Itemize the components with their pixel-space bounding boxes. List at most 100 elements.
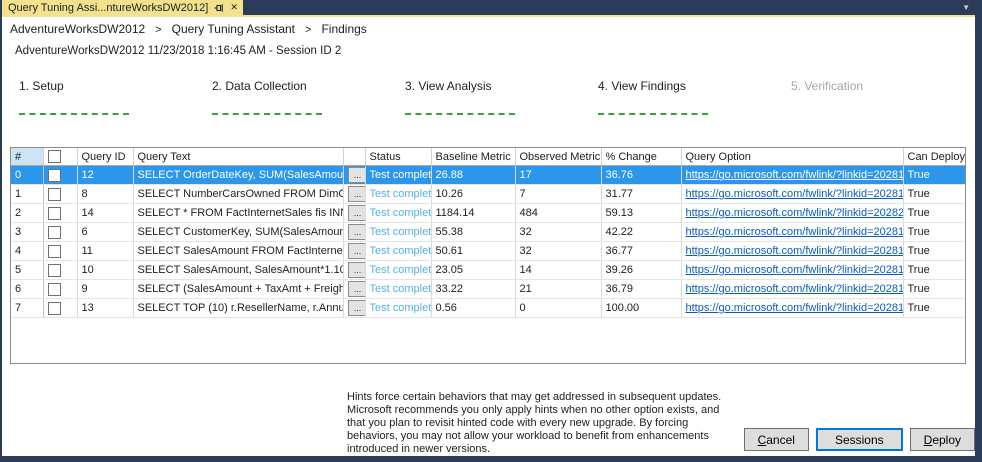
cell-baseline-metric[interactable]: 23.05 (431, 261, 515, 280)
table-row[interactable]: 214SELECT * FROM FactInternetSales fis I… (11, 204, 966, 223)
breadcrumb-item-database[interactable]: AdventureWorksDW2012 (10, 22, 145, 36)
cell-row-number[interactable]: 0 (11, 166, 43, 185)
cell-baseline-metric[interactable]: 1184.14 (431, 204, 515, 223)
cell-checkbox[interactable] (43, 299, 77, 318)
table-row[interactable]: 36SELECT CustomerKey, SUM(SalesAmount) A… (11, 223, 966, 242)
row-checkbox[interactable] (48, 283, 61, 296)
cell-query-text[interactable]: SELECT (SalesAmount + TaxAmt + Freight) … (133, 280, 343, 299)
cell-expand[interactable]: ... (343, 204, 365, 223)
cell-status[interactable]: Test complete (365, 223, 431, 242)
cell-status[interactable]: Test complete (365, 204, 431, 223)
cell-query-text[interactable]: SELECT CustomerKey, SUM(SalesAmount) AS … (133, 223, 343, 242)
cell-checkbox[interactable] (43, 166, 77, 185)
column-header-baseline[interactable]: Baseline Metric (431, 148, 515, 166)
cell-query-option[interactable]: https://go.microsoft.com/fwlink/?linkid=… (681, 261, 903, 280)
cell-observed-metric[interactable]: 17 (515, 166, 601, 185)
cell-observed-metric[interactable]: 14 (515, 261, 601, 280)
table-row[interactable]: 510SELECT SalesAmount, SalesAmount*1.10 … (11, 261, 966, 280)
query-text-expand-button[interactable]: ... (348, 300, 366, 316)
query-option-link[interactable]: https://go.microsoft.com/fwlink/?linkid=… (686, 264, 904, 276)
cell-baseline-metric[interactable]: 10.26 (431, 185, 515, 204)
cell-checkbox[interactable] (43, 223, 77, 242)
cell-can-deploy[interactable]: True (903, 242, 966, 261)
column-header-qtext[interactable]: Query Text (133, 148, 343, 166)
table-row[interactable]: 411SELECT SalesAmount FROM FactInternetS… (11, 242, 966, 261)
cell-query-text[interactable]: SELECT SalesAmount FROM FactInternetSale… (133, 242, 343, 261)
cell-can-deploy[interactable]: True (903, 223, 966, 242)
select-all-checkbox[interactable] (48, 150, 61, 163)
cell-pct-change[interactable]: 42.22 (601, 223, 681, 242)
cell-query-option[interactable]: https://go.microsoft.com/fwlink/?linkid=… (681, 242, 903, 261)
column-header-pct[interactable]: % Change (601, 148, 681, 166)
cell-pct-change[interactable]: 31.77 (601, 185, 681, 204)
cell-query-id[interactable]: 12 (77, 166, 133, 185)
cell-baseline-metric[interactable]: 26.88 (431, 166, 515, 185)
cell-observed-metric[interactable]: 7 (515, 185, 601, 204)
query-text-expand-button[interactable]: ... (348, 224, 366, 240)
query-option-link[interactable]: https://go.microsoft.com/fwlink/?linkid=… (686, 302, 904, 314)
cell-pct-change[interactable]: 36.77 (601, 242, 681, 261)
cell-pct-change[interactable]: 36.79 (601, 280, 681, 299)
cell-pct-change[interactable]: 39.26 (601, 261, 681, 280)
cell-query-text[interactable]: SELECT NumberCarsOwned FROM DimCustom... (133, 185, 343, 204)
query-text-expand-button[interactable]: ... (348, 262, 366, 278)
cell-row-number[interactable]: 7 (11, 299, 43, 318)
cell-query-text[interactable]: SELECT SalesAmount, SalesAmount*1.10 Sal… (133, 261, 343, 280)
document-tab[interactable]: Query Tuning Assi...ntureWorksDW2012] ✕ (2, 0, 243, 15)
cell-status[interactable]: Test complete (365, 185, 431, 204)
cell-expand[interactable]: ... (343, 299, 365, 318)
cell-query-option[interactable]: https://go.microsoft.com/fwlink/?linkid=… (681, 185, 903, 204)
cell-observed-metric[interactable]: 32 (515, 242, 601, 261)
cell-checkbox[interactable] (43, 261, 77, 280)
cell-can-deploy[interactable]: True (903, 185, 966, 204)
cell-row-number[interactable]: 3 (11, 223, 43, 242)
cell-pct-change[interactable]: 100.00 (601, 299, 681, 318)
cell-expand[interactable]: ... (343, 261, 365, 280)
cell-query-option[interactable]: https://go.microsoft.com/fwlink/?linkid=… (681, 204, 903, 223)
tab-list-chevron-icon[interactable]: ▼ (957, 0, 975, 15)
pin-icon[interactable] (214, 3, 224, 13)
cell-row-number[interactable]: 6 (11, 280, 43, 299)
query-option-link[interactable]: https://go.microsoft.com/fwlink/?linkid=… (686, 283, 904, 295)
cell-status[interactable]: Test complete (365, 242, 431, 261)
query-text-expand-button[interactable]: ... (348, 205, 366, 221)
query-option-link[interactable]: https://go.microsoft.com/fwlink/?linkid=… (686, 169, 904, 181)
column-header-qid[interactable]: Query ID (77, 148, 133, 166)
cell-expand[interactable]: ... (343, 185, 365, 204)
cell-query-text[interactable]: SELECT OrderDateKey, SUM(SalesAmount) AS… (133, 166, 343, 185)
cell-checkbox[interactable] (43, 280, 77, 299)
cell-observed-metric[interactable]: 484 (515, 204, 601, 223)
cell-query-id[interactable]: 11 (77, 242, 133, 261)
cell-expand[interactable]: ... (343, 223, 365, 242)
cell-query-id[interactable]: 9 (77, 280, 133, 299)
cell-baseline-metric[interactable]: 50.61 (431, 242, 515, 261)
column-header-observed[interactable]: Observed Metric (515, 148, 601, 166)
row-checkbox[interactable] (48, 226, 61, 239)
cell-query-option[interactable]: https://go.microsoft.com/fwlink/?linkid=… (681, 166, 903, 185)
cell-can-deploy[interactable]: True (903, 166, 966, 185)
cell-pct-change[interactable]: 36.76 (601, 166, 681, 185)
cell-can-deploy[interactable]: True (903, 204, 966, 223)
cell-can-deploy[interactable]: True (903, 261, 966, 280)
row-checkbox[interactable] (48, 264, 61, 277)
cell-expand[interactable]: ... (343, 242, 365, 261)
query-option-link[interactable]: https://go.microsoft.com/fwlink/?linkid=… (686, 245, 904, 257)
cell-query-id[interactable]: 10 (77, 261, 133, 280)
query-option-link[interactable]: https://go.microsoft.com/fwlink/?linkid=… (686, 226, 904, 238)
cell-can-deploy[interactable]: True (903, 280, 966, 299)
cell-pct-change[interactable]: 59.13 (601, 204, 681, 223)
cell-checkbox[interactable] (43, 204, 77, 223)
column-header-ell[interactable] (343, 148, 365, 166)
query-text-expand-button[interactable]: ... (348, 281, 366, 297)
cell-checkbox[interactable] (43, 185, 77, 204)
cell-observed-metric[interactable]: 0 (515, 299, 601, 318)
table-row[interactable]: 6 9SELECT (SalesAmount + TaxAmt + Freight… (11, 280, 966, 299)
query-text-expand-button[interactable]: ... (348, 186, 366, 202)
cell-observed-metric[interactable]: 32 (515, 223, 601, 242)
cell-observed-metric[interactable]: 21 (515, 280, 601, 299)
breadcrumb-item-assistant[interactable]: Query Tuning Assistant (172, 22, 295, 36)
cell-baseline-metric[interactable]: 55.38 (431, 223, 515, 242)
deploy-button[interactable]: Deploy (910, 428, 975, 451)
table-row[interactable]: 18SELECT NumberCarsOwned FROM DimCustom.… (11, 185, 966, 204)
cell-query-option[interactable]: https://go.microsoft.com/fwlink/?linkid=… (681, 280, 903, 299)
